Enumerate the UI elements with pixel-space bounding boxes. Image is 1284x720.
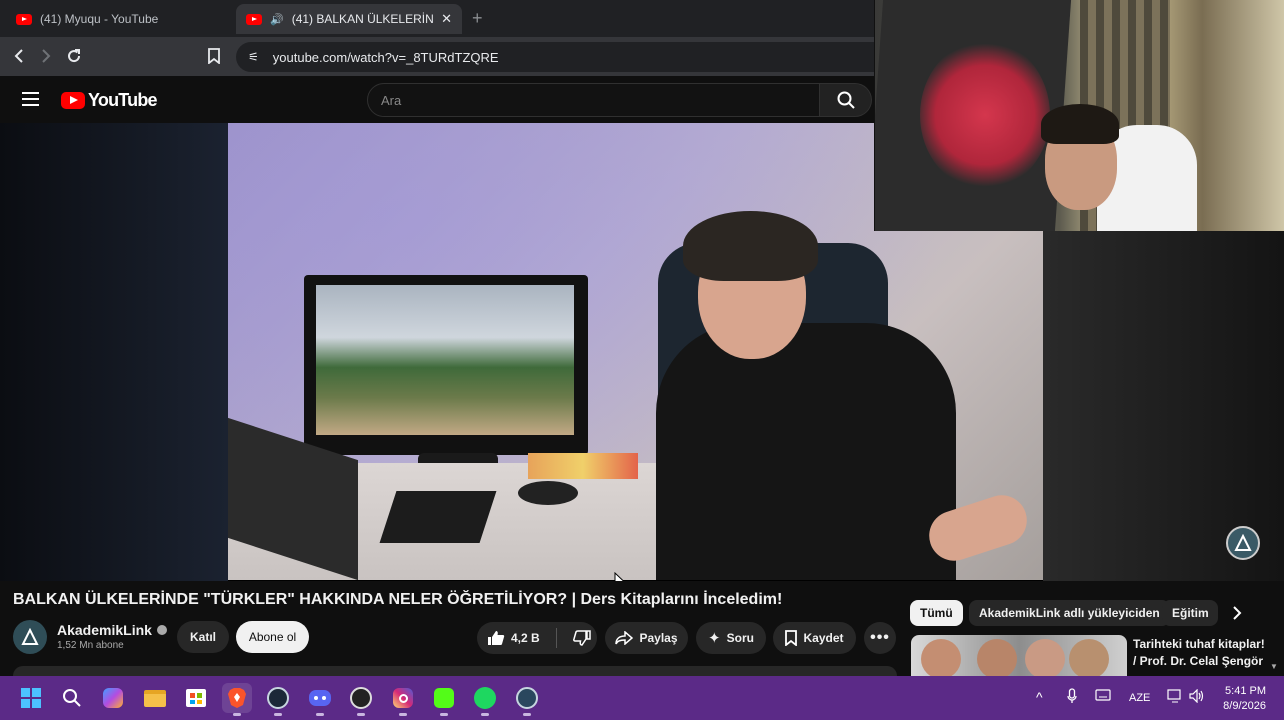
ask-button[interactable]: ✦ Soru: [696, 622, 766, 654]
chips-next-chevron-icon[interactable]: [1226, 602, 1248, 624]
chip-all[interactable]: Tümü: [910, 600, 963, 626]
copilot-icon[interactable]: [98, 683, 128, 713]
channel-avatar[interactable]: [13, 620, 47, 654]
tab-label: (41) Myuqu - YouTube: [40, 12, 159, 26]
channel-watermark-icon[interactable]: [1226, 526, 1260, 560]
share-button[interactable]: Paylaş: [605, 622, 688, 654]
save-label: Kaydet: [803, 631, 844, 645]
hamburger-menu-icon[interactable]: [22, 92, 39, 106]
kick-app-icon[interactable]: [429, 683, 459, 716]
ask-label: Soru: [726, 631, 754, 645]
like-dislike-group: 4,2 B: [477, 622, 597, 654]
brave-browser-icon[interactable]: [222, 683, 252, 716]
browser-toolbar: ⚟ youtube.com/watch?v=_8TURdTZQRE: [0, 37, 874, 76]
show-hidden-icons-chevron-icon[interactable]: ^: [1036, 689, 1043, 705]
tab-label: (41) BALKAN ÜLKELERİNDE "T: [291, 12, 434, 26]
taskbar-search-icon[interactable]: [57, 683, 87, 713]
new-tab-plus-icon[interactable]: +: [472, 8, 483, 29]
steam-icon[interactable]: [263, 683, 293, 716]
books-image: [528, 453, 638, 479]
person-hair-image: [683, 211, 818, 281]
clock-date: 8/9/2026: [1223, 700, 1266, 712]
description-box[interactable]: [13, 666, 897, 676]
share-label: Paylaş: [639, 631, 678, 645]
like-button[interactable]: 4,2 B: [487, 630, 540, 646]
youtube-logo[interactable]: YouTube: [61, 90, 158, 111]
thumbs-down-icon[interactable]: [572, 630, 591, 646]
network-icon[interactable]: [1167, 689, 1183, 706]
search-button[interactable]: [820, 83, 872, 117]
webcam-overlay: [874, 0, 1284, 231]
browser-tab-bar: (41) Myuqu - YouTube 🔊 (41) BALKAN ÜLKEL…: [0, 0, 874, 37]
youtube-favicon-icon: [246, 13, 262, 25]
bookmark-save-icon: [785, 630, 798, 646]
spotify-icon[interactable]: [470, 683, 500, 716]
like-count: 4,2 B: [511, 631, 540, 645]
mouse-cursor-icon: [614, 572, 625, 581]
thumbs-up-icon: [488, 631, 505, 645]
youtube-play-logo-icon: [61, 92, 85, 109]
recommended-title-line1: Tarihteki tuhaf kitaplar!: [1133, 637, 1265, 651]
video-title: BALKAN ÜLKELERİNDE "TÜRKLER" HAKKINDA NE…: [13, 591, 783, 608]
back-arrow-icon[interactable]: [8, 45, 30, 67]
subscriber-count: 1,52 Mn abone: [57, 640, 124, 651]
url-text: youtube.com/watch?v=_8TURdTZQRE: [272, 49, 499, 65]
youtube-favicon-icon: [16, 13, 32, 25]
tab-balkan-video[interactable]: 🔊 (41) BALKAN ÜLKELERİNDE "T ✕: [236, 4, 462, 34]
keyboard-icon[interactable]: [1095, 689, 1111, 704]
search-placeholder: Ara: [381, 92, 402, 108]
sparkle-icon: ✦: [708, 630, 721, 647]
windows-start-icon[interactable]: [16, 683, 46, 713]
chip-education[interactable]: Eğitim: [1162, 600, 1218, 626]
youtube-header: YouTube Ara: [0, 76, 874, 123]
close-tab-icon[interactable]: ✕: [441, 11, 452, 27]
obs-studio-icon[interactable]: [346, 683, 376, 716]
steam-secondary-icon[interactable]: [512, 683, 542, 716]
search-icon: [837, 91, 855, 109]
file-explorer-icon[interactable]: [140, 683, 170, 713]
person-torso-image: [656, 323, 956, 580]
chip-from-uploader[interactable]: AkademikLink adlı yükleyiciden: [969, 600, 1170, 626]
more-actions-button[interactable]: •••: [864, 622, 896, 654]
instagram-icon[interactable]: [388, 683, 418, 716]
language-indicator[interactable]: AZE: [1129, 692, 1150, 704]
tab-myuqu[interactable]: (41) Myuqu - YouTube: [6, 4, 230, 34]
speaker-icon: 🔊: [270, 13, 284, 26]
dragon-emblem-image: [920, 40, 1050, 190]
scroll-down-arrow-icon[interactable]: ▼: [1270, 662, 1278, 671]
join-button[interactable]: Katıl: [177, 621, 229, 653]
bookmark-icon[interactable]: [203, 45, 225, 67]
address-bar[interactable]: ⚟ youtube.com/watch?v=_8TURdTZQRE: [236, 42, 874, 72]
microsoft-store-icon[interactable]: [181, 683, 211, 713]
verified-check-icon: [156, 625, 167, 635]
recommended-title[interactable]: Tarihteki tuhaf kitaplar! / Prof. Dr. Ce…: [1133, 636, 1265, 670]
keyboard-image: [379, 491, 497, 543]
windows-taskbar: ^ AZE 5:41 PM 8/9/2026: [0, 676, 1284, 720]
mouse-image: [518, 481, 578, 505]
reload-icon[interactable]: [63, 45, 85, 67]
volume-icon[interactable]: [1189, 688, 1205, 706]
recommended-thumbnail[interactable]: [911, 635, 1127, 676]
search-input[interactable]: Ara: [367, 83, 820, 117]
channel-name-link[interactable]: AkademikLink: [57, 622, 167, 638]
save-button[interactable]: Kaydet: [773, 622, 856, 654]
subscribe-button[interactable]: Abone ol: [236, 621, 309, 653]
player-left-ambient: [0, 123, 228, 581]
forward-arrow-icon[interactable]: [35, 45, 57, 67]
streamer-hair-image: [1041, 104, 1119, 144]
clock[interactable]: 5:41 PM 8/9/2026: [1216, 684, 1266, 714]
monitor-image: [304, 275, 588, 455]
channel-name: AkademikLink: [57, 622, 152, 638]
clock-time: 5:41 PM: [1225, 685, 1266, 697]
site-settings-icon[interactable]: ⚟: [248, 50, 259, 64]
discord-icon[interactable]: [305, 683, 335, 716]
more-dots-icon: •••: [870, 629, 890, 646]
youtube-logo-text: YouTube: [88, 90, 158, 110]
recommended-title-line2: / Prof. Dr. Celal Şengör: [1133, 654, 1264, 668]
share-arrow-icon: [615, 631, 634, 645]
microphone-icon[interactable]: [1067, 688, 1077, 707]
